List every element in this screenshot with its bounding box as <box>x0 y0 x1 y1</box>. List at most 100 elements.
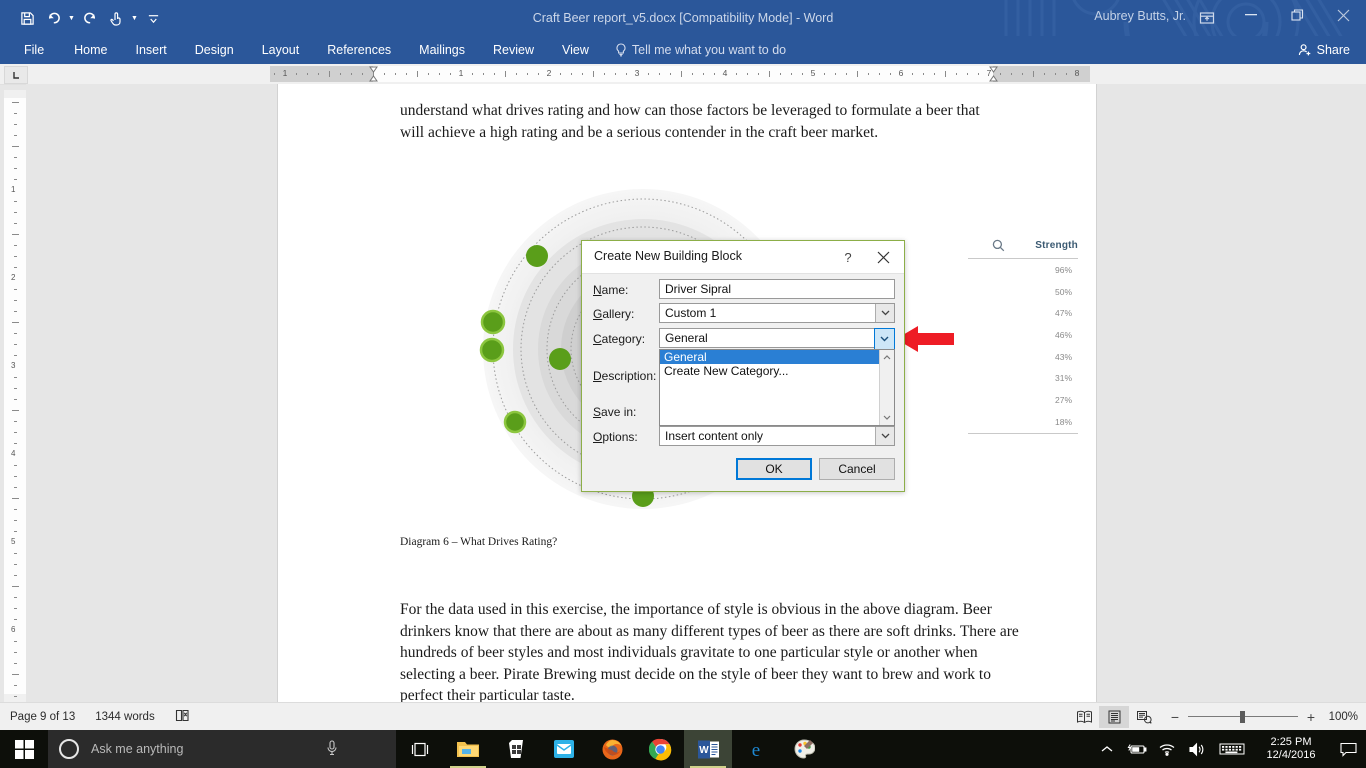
vertical-ruler-tick <box>14 212 17 213</box>
share-button[interactable]: Share <box>1290 39 1358 61</box>
ok-button[interactable]: OK <box>736 458 812 480</box>
cortana-search-box[interactable]: Ask me anything <box>48 730 396 768</box>
undo-icon[interactable] <box>40 6 66 30</box>
zoom-slider-thumb[interactable] <box>1240 711 1245 723</box>
microphone-icon[interactable] <box>326 740 338 761</box>
redo-icon[interactable] <box>77 6 103 30</box>
print-layout-view-button[interactable] <box>1099 706 1129 728</box>
ruler-tick <box>1044 73 1045 75</box>
category-label: Category: <box>593 332 646 346</box>
body-paragraph-bottom[interactable]: For the data used in this exercise, the … <box>400 599 1025 702</box>
ruler-tick <box>835 73 836 75</box>
vertical-ruler-tick <box>14 245 17 246</box>
wifi-icon[interactable] <box>1152 730 1182 768</box>
file-explorer-icon[interactable] <box>444 730 492 768</box>
tab-layout[interactable]: Layout <box>248 36 314 64</box>
proofing-errors-icon[interactable] <box>175 709 190 725</box>
save-icon[interactable] <box>14 6 40 30</box>
quick-access-toolbar[interactable]: ▼ ▼ <box>14 6 166 30</box>
mail-icon[interactable] <box>540 730 588 768</box>
clock[interactable]: 2:25 PM 12/4/2016 <box>1252 730 1330 768</box>
category-dropdown-list[interactable]: General Create New Category... <box>659 349 895 426</box>
options-dropdown-button[interactable] <box>875 427 894 445</box>
category-option-general[interactable]: General <box>660 350 894 364</box>
paint-icon[interactable] <box>780 730 828 768</box>
task-view-button[interactable] <box>396 730 444 768</box>
zoom-out-button[interactable]: − <box>1169 709 1181 725</box>
page-indicator[interactable]: Page 9 of 13 <box>10 711 75 723</box>
touch-mode-dropdown-icon[interactable]: ▼ <box>129 6 140 30</box>
search-icon[interactable] <box>992 239 1005 252</box>
restore-button[interactable] <box>1274 0 1320 30</box>
vertical-ruler[interactable]: 1 2 3 4 5 6 <box>4 90 26 702</box>
tab-home[interactable]: Home <box>60 36 121 64</box>
volume-icon[interactable] <box>1182 730 1212 768</box>
tab-design[interactable]: Design <box>181 36 248 64</box>
close-button[interactable] <box>1320 0 1366 30</box>
ruler-tick <box>923 73 924 75</box>
minimize-button[interactable] <box>1228 0 1274 30</box>
show-hidden-icons-button[interactable] <box>1092 730 1122 768</box>
zoom-in-button[interactable]: + <box>1305 709 1317 725</box>
zoom-level-label[interactable]: 100% <box>1324 711 1358 723</box>
name-field[interactable]: Driver Sipral <box>659 279 895 299</box>
ruler-tick <box>1000 73 1001 75</box>
dropdown-scrollbar[interactable] <box>879 350 894 425</box>
gallery-dropdown-button[interactable] <box>875 304 894 322</box>
chrome-icon[interactable] <box>636 730 684 768</box>
ribbon-display-options-icon[interactable] <box>1196 8 1218 28</box>
tab-insert[interactable]: Insert <box>122 36 181 64</box>
tab-file[interactable]: File <box>8 36 60 64</box>
ruler-tick <box>1055 73 1056 75</box>
horizontal-ruler-track[interactable]: 112345678 <box>270 66 1090 82</box>
gallery-combobox[interactable]: Custom 1 <box>659 303 895 323</box>
action-center-button[interactable] <box>1330 730 1366 768</box>
tab-view[interactable]: View <box>548 36 603 64</box>
category-option-create-new[interactable]: Create New Category... <box>660 364 894 378</box>
scroll-up-button[interactable] <box>880 350 894 365</box>
zoom-slider[interactable] <box>1188 710 1298 724</box>
tab-review[interactable]: Review <box>479 36 548 64</box>
ruler-tick <box>703 73 704 75</box>
keyboard-icon[interactable] <box>1212 730 1252 768</box>
window-controls[interactable] <box>1228 0 1366 30</box>
category-combobox[interactable]: General <box>659 328 895 350</box>
options-combobox[interactable]: Insert content only <box>659 426 895 446</box>
touch-mode-icon[interactable] <box>103 6 129 30</box>
ruler-tick <box>890 73 891 75</box>
clock-date: 12/4/2016 <box>1266 749 1316 761</box>
category-dropdown-button[interactable] <box>874 328 895 350</box>
ruler-tick <box>780 73 781 75</box>
status-bar-right: − + 100% <box>1069 703 1358 731</box>
vertical-ruler-tick <box>14 201 17 202</box>
battery-icon[interactable] <box>1122 730 1152 768</box>
help-button[interactable]: ? <box>838 247 858 267</box>
tab-selector-button[interactable] <box>4 66 28 84</box>
firefox-icon[interactable] <box>588 730 636 768</box>
zoom-controls[interactable]: − + 100% <box>1169 709 1358 725</box>
word-icon[interactable]: W <box>684 730 732 768</box>
user-account-name[interactable]: Aubrey Butts, Jr. <box>1094 9 1186 23</box>
vertical-ruler-number: 3 <box>11 361 16 370</box>
web-layout-view-button[interactable] <box>1129 706 1159 728</box>
scroll-track[interactable] <box>880 365 894 410</box>
microsoft-store-icon[interactable] <box>492 730 540 768</box>
undo-dropdown-icon[interactable]: ▼ <box>66 6 77 30</box>
scroll-down-button[interactable] <box>880 410 894 425</box>
strength-column-header: Strength <box>968 239 1078 258</box>
start-button[interactable] <box>0 730 48 768</box>
tell-me-search[interactable]: Tell me what you want to do <box>603 36 798 64</box>
body-paragraph-top[interactable]: understand what drives rating and how ca… <box>400 100 1005 143</box>
read-mode-view-button[interactable] <box>1069 706 1099 728</box>
tab-mailings[interactable]: Mailings <box>405 36 479 64</box>
cancel-button[interactable]: Cancel <box>819 458 895 480</box>
customize-qat-icon[interactable] <box>140 6 166 30</box>
right-indent-marker[interactable] <box>989 66 998 82</box>
left-indent-marker[interactable] <box>369 66 378 82</box>
word-count[interactable]: 1344 words <box>95 711 154 723</box>
edge-icon[interactable]: e <box>732 730 780 768</box>
figure-caption[interactable]: Diagram 6 – What Drives Rating? <box>400 536 557 548</box>
dialog-close-button[interactable] <box>872 247 894 267</box>
dialog-title-bar[interactable]: Create New Building Block ? <box>582 241 904 274</box>
tab-references[interactable]: References <box>313 36 405 64</box>
